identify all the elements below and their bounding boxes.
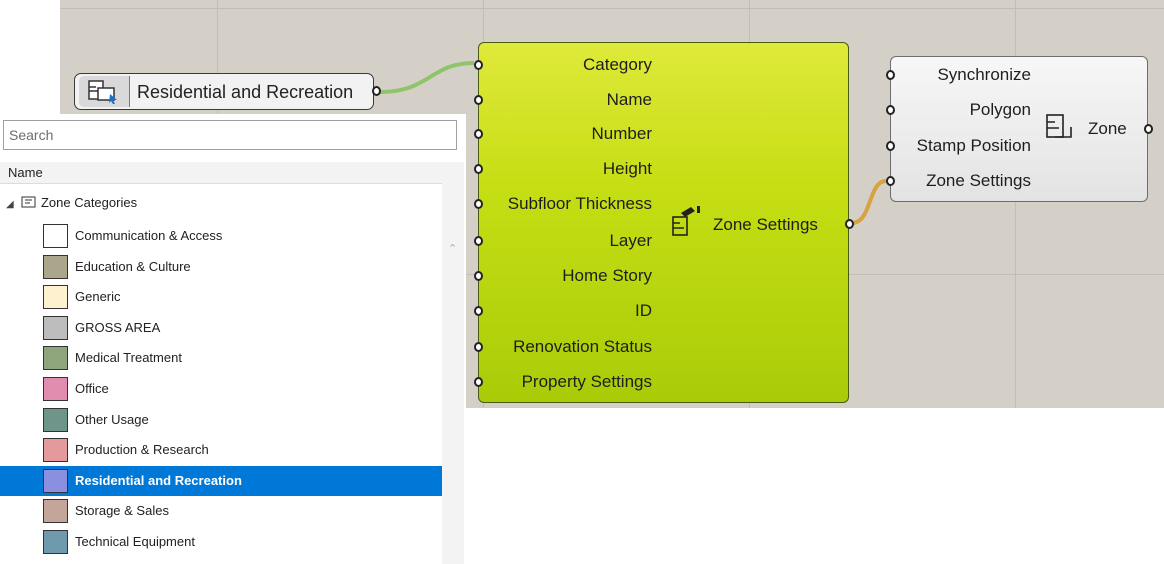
output-grip[interactable] (1144, 124, 1153, 134)
input-grip[interactable] (474, 164, 483, 174)
color-swatch (43, 285, 68, 310)
category-label: GROSS AREA (75, 319, 161, 335)
input-grip[interactable] (886, 141, 895, 151)
zone-category-panel: Search Name ⌃ ◢ Zone Categories Communic… (0, 114, 466, 564)
input-grip[interactable] (474, 236, 483, 246)
output-zone: Zone (1088, 119, 1127, 138)
input-grip[interactable] (474, 377, 483, 387)
category-item[interactable]: Production & Research (0, 435, 442, 465)
input-property-settings: Property Settings (521, 372, 652, 391)
zone-icon (1041, 109, 1077, 150)
input-grip[interactable] (474, 60, 483, 70)
column-header[interactable]: Name (0, 162, 442, 184)
category-label: Communication & Access (75, 228, 223, 243)
color-swatch (43, 468, 68, 493)
expand-icon[interactable]: ◢ (6, 199, 14, 210)
category-item[interactable]: Generic (0, 282, 442, 312)
category-item[interactable]: Communication & Access (0, 221, 442, 251)
color-swatch (43, 407, 68, 432)
input-zone-settings: Zone Settings (926, 171, 1031, 190)
color-swatch (43, 315, 68, 340)
scroll-up-icon[interactable]: ⌃ (448, 242, 457, 255)
input-stamp-position: Stamp Position (916, 136, 1031, 155)
input-number: Number (591, 124, 652, 143)
input-renovation-status: Renovation Status (513, 337, 652, 356)
value-list-output-grip[interactable] (372, 86, 381, 96)
tree-root-label: Zone Categories (40, 195, 138, 210)
input-grip[interactable] (474, 306, 483, 316)
input-layer: Layer (609, 231, 652, 250)
value-list-icon (79, 76, 130, 107)
output-zone-settings: Zone Settings (713, 215, 818, 234)
input-grip[interactable] (886, 70, 895, 80)
category-label: Storage & Sales (75, 503, 169, 519)
color-swatch (43, 346, 68, 371)
color-swatch (43, 254, 68, 279)
input-home-story: Home Story (562, 266, 652, 285)
category-label: Technical Equipment (75, 534, 195, 549)
color-swatch (43, 499, 68, 524)
category-item[interactable]: Technical Equipment (0, 527, 442, 557)
input-synchronize: Synchronize (937, 65, 1031, 84)
input-name: Name (606, 90, 652, 109)
category-label: Generic (75, 289, 121, 305)
category-item[interactable]: Office (0, 374, 442, 404)
folder-icon (21, 196, 36, 208)
category-label: Production & Research (75, 442, 209, 458)
value-list-text: Residential and Recreation (137, 82, 354, 102)
column-header-label: Name (8, 165, 43, 180)
color-swatch (43, 224, 68, 248)
output-grip[interactable] (845, 219, 854, 229)
scrollbar[interactable]: ⌃ (442, 162, 464, 564)
category-label: Residential and Recreation (75, 472, 242, 488)
input-grip[interactable] (886, 176, 895, 186)
input-grip[interactable] (886, 105, 895, 115)
category-item[interactable]: Education & Culture (0, 252, 442, 282)
wire-value-to-category (379, 61, 475, 94)
category-item[interactable]: Medical Treatment (0, 343, 442, 373)
input-grip[interactable] (474, 95, 483, 105)
tree-root[interactable]: ◢ Zone Categories (6, 195, 137, 210)
value-list-component[interactable]: Residential and Recreation (74, 73, 381, 110)
category-label: Education & Culture (75, 258, 191, 274)
input-height: Height (602, 159, 652, 178)
category-item[interactable]: Storage & Sales (0, 496, 442, 526)
input-grip[interactable] (474, 129, 483, 139)
input-category: Category (583, 55, 652, 74)
input-polygon: Polygon (969, 100, 1031, 119)
input-grip[interactable] (474, 199, 483, 209)
input-grip[interactable] (474, 271, 483, 281)
category-label: Medical Treatment (75, 350, 182, 366)
color-swatch (43, 377, 68, 401)
zone-component[interactable]: Synchronize Polygon Stamp Position Zone … (886, 56, 1153, 202)
input-id: ID (635, 301, 652, 320)
zone-settings-icon (669, 203, 705, 244)
color-swatch (43, 438, 68, 463)
input-subfloor-thickness: Subfloor Thickness (507, 194, 652, 213)
input-grip[interactable] (474, 342, 483, 352)
category-label: Office (75, 381, 109, 396)
category-label: Other Usage (75, 411, 149, 427)
wire-settings-to-zone (851, 179, 887, 225)
color-swatch (43, 530, 68, 554)
search-input[interactable]: Search (3, 120, 457, 150)
category-item[interactable]: GROSS AREA (0, 313, 442, 343)
category-item[interactable]: Residential and Recreation (0, 465, 442, 496)
zone-settings-component[interactable]: Category Name Number Height Subfloor Thi… (474, 42, 854, 403)
category-item[interactable]: Other Usage (0, 405, 442, 435)
